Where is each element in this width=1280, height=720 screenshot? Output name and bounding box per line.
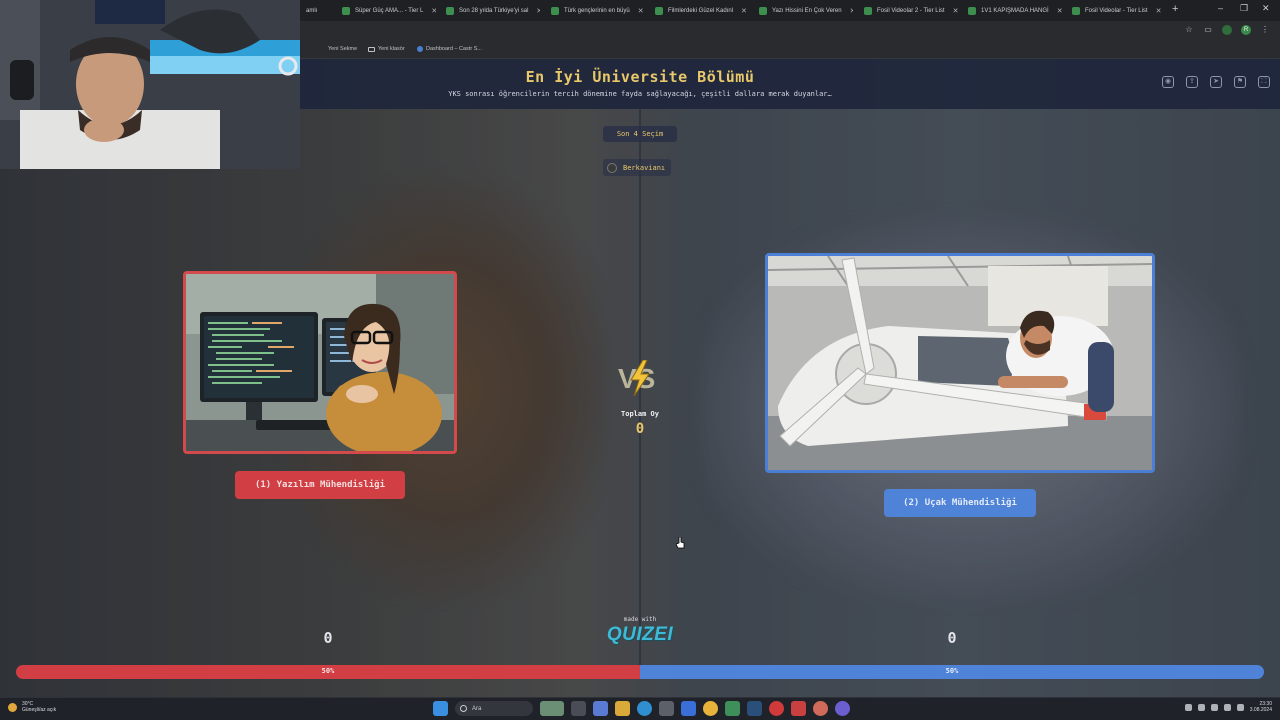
brand-logo[interactable]: QUIZEI — [600, 624, 680, 646]
task-view-icon[interactable] — [571, 701, 586, 716]
avatar — [607, 162, 617, 173]
round-badge: Son 4 Seçim — [603, 126, 677, 142]
profile-avatar[interactable]: R — [1241, 25, 1251, 35]
fullscreen-icon[interactable]: ⛶ — [1258, 76, 1270, 88]
close-tab-icon[interactable]: ✕ — [536, 7, 540, 15]
share-icon[interactable]: ⇪ — [1186, 76, 1198, 88]
right-percent: 50% — [945, 667, 959, 675]
app-icon[interactable] — [813, 701, 828, 716]
folder-icon — [368, 46, 375, 52]
total-votes-label: Toplam Oy — [621, 410, 659, 418]
user-chip: Berkavianı — [603, 159, 672, 176]
tab-favicon-icon — [342, 6, 350, 15]
discord-icon[interactable] — [835, 701, 850, 716]
app-icon[interactable] — [791, 701, 806, 716]
extension-icon[interactable] — [1222, 25, 1232, 35]
vs-lightning-icon: VS — [618, 360, 655, 396]
vote-left-button[interactable]: (1) Yazılım Mühendisliği — [235, 471, 405, 499]
weather-widget[interactable]: 30°C Güneşli/az açık — [8, 701, 56, 713]
browser-tab[interactable]: Türk gençlerinin en büyü ✕ — [545, 2, 645, 19]
bookmark-item[interactable]: Dashboard – Castr S... — [417, 46, 482, 52]
eye-icon[interactable]: ◉ — [1162, 76, 1174, 88]
close-tab-icon[interactable]: ✕ — [850, 7, 853, 15]
chrome-icon[interactable] — [703, 701, 718, 716]
obs-icon[interactable] — [769, 701, 784, 716]
tab-favicon-icon — [551, 6, 559, 15]
option-right-image[interactable] — [765, 253, 1155, 473]
left-percent: 50% — [321, 667, 335, 675]
hand-cursor-icon — [676, 537, 685, 549]
right-vote-count: 0 — [947, 629, 957, 647]
streamer-webcam — [0, 0, 300, 169]
tray-chevron-icon[interactable] — [1184, 703, 1192, 711]
tab-favicon-icon — [968, 6, 976, 15]
sun-icon — [8, 702, 17, 712]
file-explorer-icon[interactable] — [615, 701, 630, 716]
bookmark-folder[interactable]: Yeni klasör — [368, 46, 405, 52]
software-engineer-photo — [186, 274, 454, 451]
bookmark-star-icon[interactable]: ☆ — [1184, 25, 1194, 35]
browser-tab[interactable]: 1V1 KAPIŞMADA HANGİ ✕ — [962, 2, 1062, 19]
clock[interactable]: 23:30 3.08.2024 — [1250, 701, 1272, 713]
tab-favicon-icon — [655, 6, 663, 15]
windows-taskbar: 30°C Güneşli/az açık Ara 23:30 3.08.2024 — [0, 697, 1280, 720]
taskbar-search[interactable]: Ara — [455, 701, 533, 716]
maximize-button[interactable]: ❐ — [1240, 3, 1248, 14]
new-tab-button[interactable]: + — [1172, 3, 1178, 15]
start-icon[interactable] — [433, 701, 448, 716]
close-tab-icon[interactable]: ✕ — [741, 7, 747, 15]
browser-tab[interactable]: Son 28 yılda Türkiye'yi sal ✕ — [440, 2, 540, 19]
send-icon[interactable]: ➤ — [1210, 76, 1222, 88]
steam-icon[interactable] — [747, 701, 762, 716]
widget-icon[interactable] — [540, 701, 564, 716]
close-window-button[interactable]: ✕ — [1262, 3, 1270, 14]
close-tab-icon[interactable]: ✕ — [1156, 7, 1162, 15]
network-icon[interactable] — [1197, 703, 1205, 711]
close-tab-icon[interactable]: ✕ — [638, 7, 644, 15]
streamer-video — [0, 0, 300, 169]
tab-favicon-icon — [446, 6, 454, 15]
close-tab-icon[interactable]: ✕ — [1057, 7, 1062, 15]
search-icon — [460, 705, 467, 712]
browser-tab[interactable]: Yazı Hissini En Çok Veren ✕ — [753, 2, 853, 19]
bookmark-item[interactable]: Yeni Sekme — [328, 46, 357, 52]
site-icon — [417, 46, 423, 52]
browser-tab[interactable]: Süper Güç AMA... - Tier L ✕ — [336, 2, 436, 19]
minimize-button[interactable]: – — [1218, 3, 1223, 13]
xbox-icon[interactable] — [725, 701, 740, 716]
menu-dots-icon[interactable]: ⋮ — [1260, 25, 1270, 35]
aircraft-engineer-photo — [768, 256, 1152, 470]
option-left-image[interactable] — [183, 271, 457, 454]
extensions-icon[interactable]: ▭ — [1203, 25, 1213, 35]
left-vote-count: 0 — [323, 629, 333, 647]
browser-tab[interactable]: Fosil Videolar 2 - Tier List ✕ — [858, 2, 958, 19]
close-tab-icon[interactable]: ✕ — [431, 7, 436, 15]
made-with-label: made with — [623, 616, 657, 623]
copilot-icon[interactable] — [593, 701, 608, 716]
username: Berkavianı — [623, 163, 666, 172]
volume-icon[interactable] — [1236, 703, 1244, 711]
mail-icon[interactable] — [681, 701, 696, 716]
browser-tab[interactable]: Filmlerdeki Güzel Kadınl ✕ — [649, 2, 749, 19]
edge-icon[interactable] — [637, 701, 652, 716]
vote-progress-bar — [16, 665, 1264, 679]
vote-right-button[interactable]: (2) Uçak Mühendisliği — [884, 489, 1036, 517]
browser-tab[interactable]: amlı — [300, 2, 334, 19]
flag-icon[interactable]: ⚑ — [1234, 76, 1246, 88]
mic-icon[interactable] — [1210, 703, 1218, 711]
total-votes-value: 0 — [635, 421, 645, 437]
tab-favicon-icon — [864, 6, 872, 15]
close-tab-icon[interactable]: ✕ — [953, 7, 958, 15]
tab-favicon-icon — [759, 6, 767, 15]
wifi-icon[interactable] — [1223, 703, 1231, 711]
browser-tab[interactable]: Fosil Videolar - Tier List ✕ — [1066, 2, 1166, 19]
store-icon[interactable] — [659, 701, 674, 716]
tab-favicon-icon — [1072, 6, 1080, 15]
